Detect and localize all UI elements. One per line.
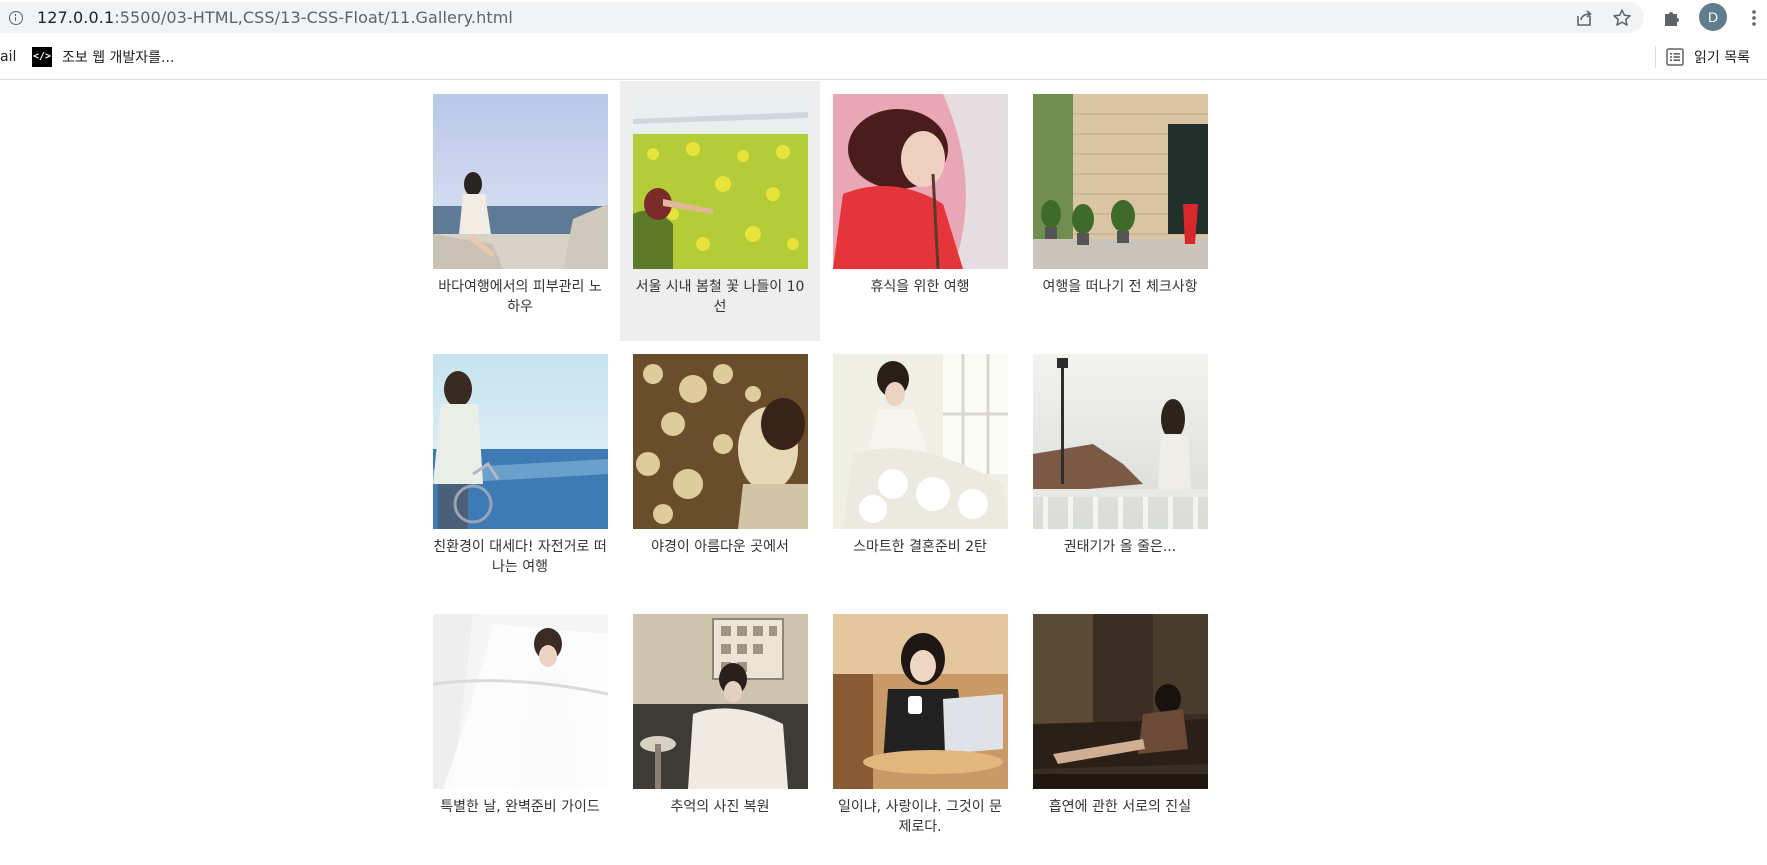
sleeping-photo-icon — [832, 94, 1008, 269]
night-lights-photo-icon — [632, 354, 808, 529]
address-bar: 127.0.0.1:5500/03-HTML,CSS/13-CSS-Float/… — [0, 0, 1767, 36]
bookmark-item-truncated[interactable]: ail — [0, 49, 16, 65]
gallery-caption: 흡연에 관한 서로의 진실 — [1048, 799, 1192, 815]
gallery-caption: 스마트한 결혼준비 2탄 — [853, 539, 987, 555]
bookmark-item-dev[interactable]: </> 조보 웹 개발자를... — [32, 45, 174, 69]
vintage-bride-photo-icon — [632, 614, 808, 789]
gallery-caption: 여행을 떠나기 전 체크사항 — [1042, 279, 1198, 295]
gallery-caption: 추억의 사진 복원 — [670, 799, 770, 815]
reading-list-label: 읽기 목록 — [1694, 50, 1750, 66]
gallery-card[interactable]: 스마트한 결혼준비 2탄 — [820, 341, 1020, 601]
gallery-card[interactable]: 친환경이 대세다! 자전거로 떠나는 여행 — [420, 341, 620, 601]
gallery-caption: 휴식을 위한 여행 — [870, 279, 970, 295]
url-path: :5500/03-HTML,CSS/13-CSS-Float/11.Galler… — [114, 8, 513, 27]
site-info-icon[interactable] — [9, 11, 23, 25]
bookmarks-bar: ail </> 조보 웹 개발자를... 읽기 목록 — [0, 36, 1767, 80]
laptop-cafe-photo-icon — [832, 614, 1008, 789]
gallery-card[interactable]: 야경이 아름다운 곳에서 — [620, 341, 820, 601]
bride-veil-photo-icon — [432, 614, 608, 789]
bookmark-label: 조보 웹 개발자를... — [62, 50, 175, 66]
reading-list-icon — [1666, 48, 1684, 66]
more-menu-icon[interactable] — [1744, 6, 1764, 30]
gallery-card[interactable]: 흡연에 관한 서로의 진실 — [1020, 601, 1220, 861]
seaside-railing-photo-icon — [1032, 354, 1208, 529]
extensions-puzzle-icon[interactable] — [1660, 6, 1684, 30]
gallery-card-hovered[interactable]: 서울 시내 봄철 꽃 나들이 10선 — [620, 81, 820, 341]
gallery-caption: 바다여행에서의 피부관리 노하우 — [438, 279, 602, 315]
beach-photo-icon — [432, 94, 608, 269]
gallery-card[interactable]: 일이냐, 사랑이냐. 그것이 문제로다. — [820, 601, 1020, 861]
gallery-caption: 특별한 날, 완벽준비 가이드 — [440, 799, 600, 815]
gallery-card[interactable]: 여행을 떠나기 전 체크사항 — [1020, 81, 1220, 341]
bicycle-sea-photo-icon — [432, 354, 608, 529]
gallery-card[interactable]: 권태기가 올 줄은... — [1020, 341, 1220, 601]
gallery-caption: 야경이 아름다운 곳에서 — [651, 539, 789, 555]
wedding-dress-photo-icon — [832, 354, 1008, 529]
gallery-card[interactable]: 추억의 사진 복원 — [620, 601, 820, 861]
gallery-caption: 일이냐, 사랑이냐. 그것이 문제로다. — [838, 799, 1002, 835]
gallery-caption: 서울 시내 봄철 꽃 나들이 10선 — [635, 279, 805, 315]
bookmark-star-icon[interactable] — [1610, 6, 1634, 30]
omnibox[interactable]: 127.0.0.1:5500/03-HTML,CSS/13-CSS-Float/… — [0, 2, 1644, 33]
bookmarks-divider — [1655, 46, 1656, 68]
gallery-card[interactable]: 휴식을 위한 여행 — [820, 81, 1020, 341]
flower-field-photo-icon — [632, 94, 808, 269]
gallery-card[interactable]: 특별한 날, 완벽준비 가이드 — [420, 601, 620, 861]
share-icon[interactable] — [1572, 6, 1596, 30]
dark-room-photo-icon — [1032, 614, 1208, 789]
gallery-caption: 권태기가 올 줄은... — [1063, 539, 1177, 555]
gallery-grid: 바다여행에서의 피부관리 노하우 서울 시내 봄철 꽃 나들이 10선 휴식을 … — [420, 81, 1220, 861]
gallery-card[interactable]: 바다여행에서의 피부관리 노하우 — [420, 81, 620, 341]
url-host: 127.0.0.1 — [37, 8, 115, 27]
gallery-caption: 친환경이 대세다! 자전거로 떠나는 여행 — [433, 539, 607, 575]
profile-avatar[interactable]: D — [1699, 3, 1727, 31]
reading-list-button[interactable]: 읽기 목록 — [1666, 45, 1750, 69]
code-favicon-icon: </> — [32, 47, 52, 67]
url-text[interactable]: 127.0.0.1:5500/03-HTML,CSS/13-CSS-Float/… — [37, 9, 513, 27]
brick-house-photo-icon — [1032, 94, 1208, 269]
